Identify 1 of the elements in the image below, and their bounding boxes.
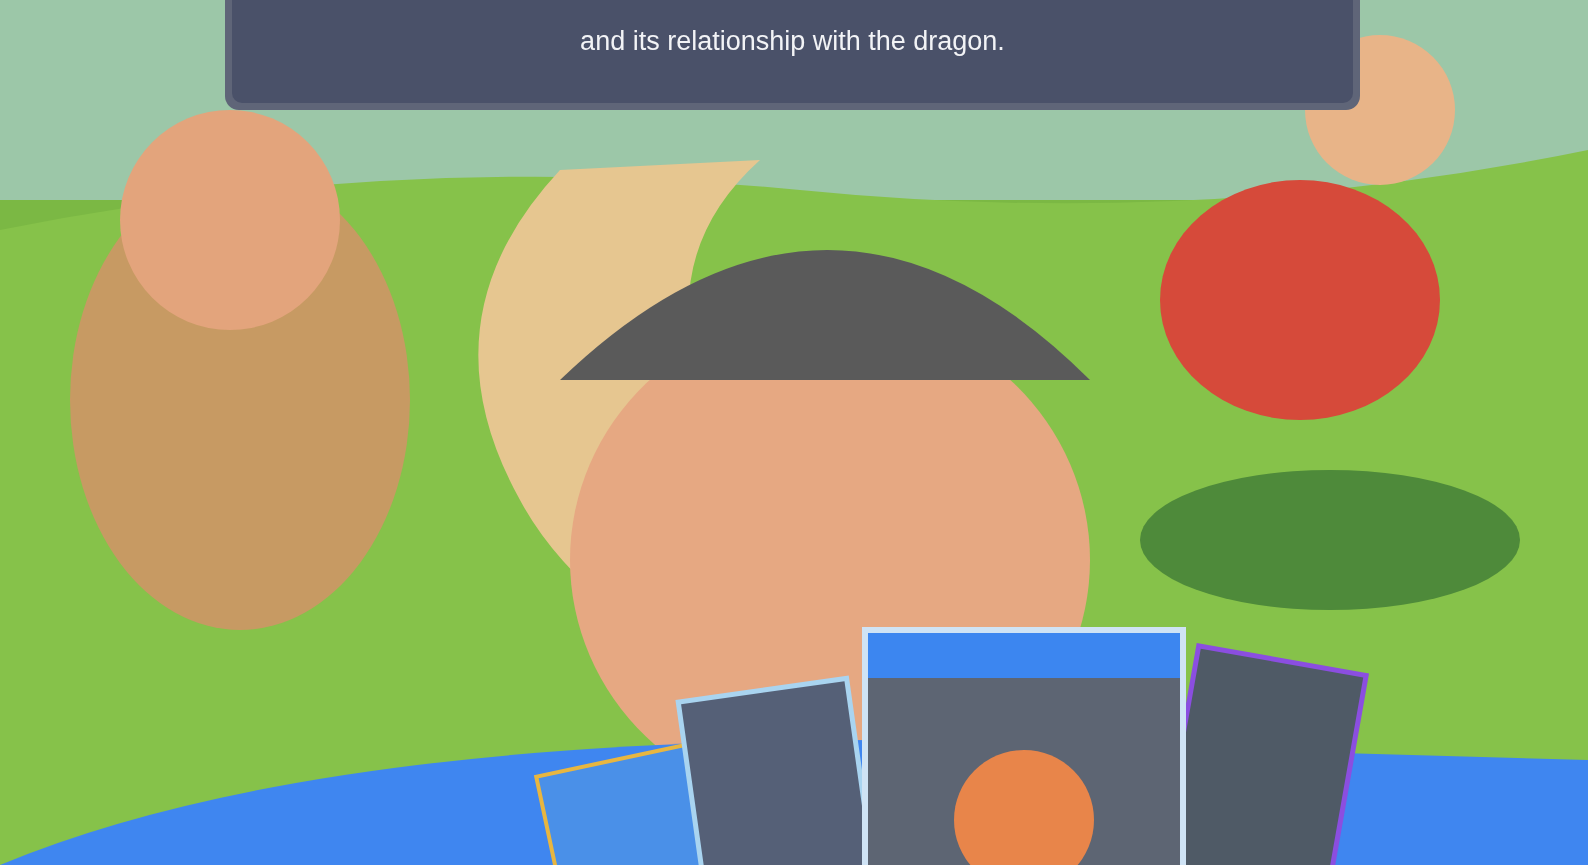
story-text: and its relationship with the dragon. — [580, 25, 1005, 58]
